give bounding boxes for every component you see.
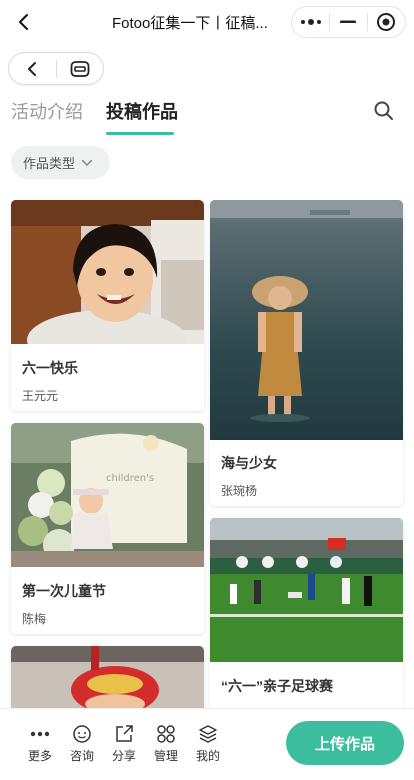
svg-text:children's: children's [106,473,154,484]
search-button[interactable] [373,100,395,122]
tab-submitted-works[interactable]: 投稿作品 [106,98,178,124]
miniprogram-capsule [291,6,406,38]
pill-home-button[interactable] [56,53,103,84]
work-card[interactable]: 海与少女 张琬杨 [210,200,403,506]
manage-button[interactable]: 管理 [149,723,183,764]
manage-label: 管理 [153,749,178,763]
work-title: 海与少女 [221,455,277,471]
more-label: 更多 [27,749,52,763]
filter-label: 作品类型 [23,156,76,171]
work-author: 张琬杨 [221,484,258,498]
close-miniprogram-button[interactable] [368,7,405,37]
chevron-left-icon [28,61,37,76]
minus-icon [340,20,357,23]
more-dots-icon [30,731,50,737]
consult-label: 咨询 [69,749,94,763]
chevron-down-icon [81,159,93,166]
manage-grid-icon [157,725,175,743]
more-menu-button[interactable] [292,7,329,37]
works-grid: 六一快乐 王元元 海与少女 张琬杨 children's 第一次儿童节 陈梅 “… [0,200,414,710]
mine-label: 我的 [195,749,220,763]
search-icon [374,101,393,120]
work-title: “六一”亲子足球赛 [221,678,333,694]
work-card[interactable]: children's 第一次儿童节 陈梅 [11,423,204,634]
minimize-button[interactable] [330,7,367,37]
back-button[interactable] [10,8,38,36]
work-photo: children's [11,423,204,567]
chevron-left-icon [19,14,28,30]
chat-icon [73,725,91,743]
top-navigation-bar: Fotoo征集一下丨征稿... [0,0,414,44]
work-title: 第一次儿童节 [22,583,106,599]
share-label: 分享 [111,749,136,763]
layers-icon [199,725,217,743]
work-type-filter[interactable]: 作品类型 [11,146,110,179]
more-dots-icon [300,19,321,25]
work-photo [210,518,403,662]
work-title: 六一快乐 [22,360,78,376]
work-author: 陈梅 [22,612,47,626]
home-icon [70,60,90,77]
share-icon [116,725,133,742]
mine-button[interactable]: 我的 [191,723,225,764]
tab-activity-intro[interactable]: 活动介绍 [11,98,83,124]
work-card[interactable] [11,646,204,710]
consult-button[interactable]: 咨询 [65,723,99,764]
pill-back-button[interactable] [9,53,56,84]
work-photo [11,646,204,710]
active-tab-indicator [106,132,174,135]
page-title: Fotoo征集一下丨征稿... [112,15,268,32]
more-button[interactable]: 更多 [23,723,57,764]
work-card[interactable]: 六一快乐 王元元 [11,200,204,411]
bottom-action-bar: 更多 咨询 分享 管理 我的 上传作品 [0,708,414,780]
work-photo [210,200,403,440]
share-button[interactable]: 分享 [107,723,141,764]
nav-pill [8,52,104,85]
work-card[interactable]: “六一”亲子足球赛 [210,518,403,710]
work-author: 王元元 [22,389,59,403]
work-photo [11,200,204,344]
upload-work-button[interactable]: 上传作品 [286,721,404,765]
tab-bar: 活动介绍 投稿作品 [0,96,414,138]
target-circle-icon [377,13,396,31]
